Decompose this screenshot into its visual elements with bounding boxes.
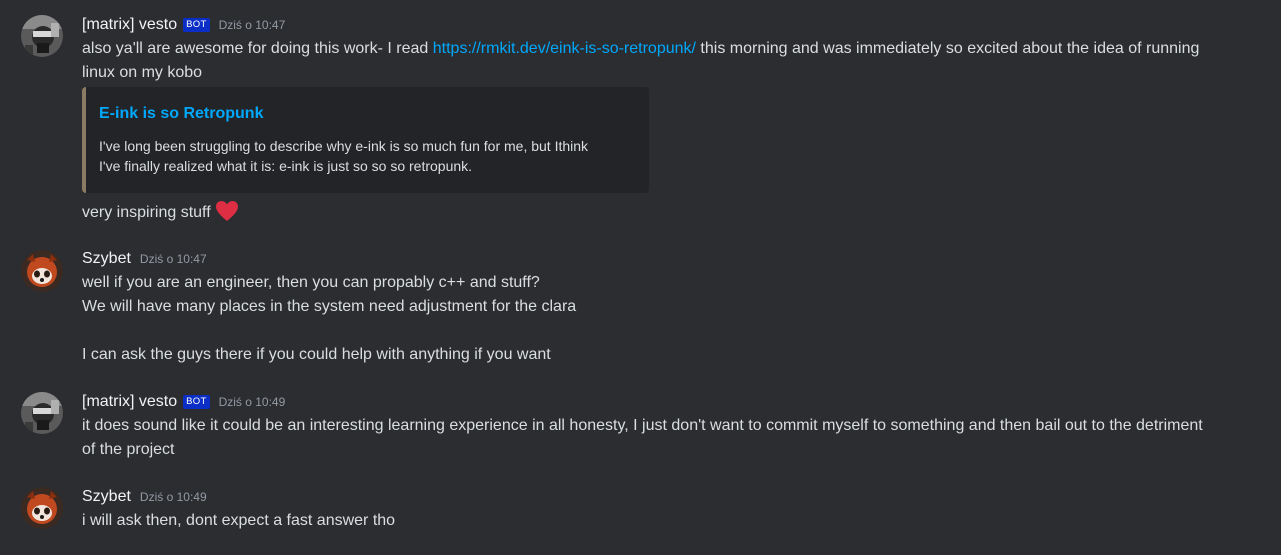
avatar-image — [21, 250, 63, 292]
embed-title[interactable]: E-ink is so Retropunk — [99, 105, 263, 123]
message-text: also ya'll are awesome for doing this wo… — [82, 40, 433, 57]
timestamp: Dziś o 10:49 — [139, 490, 207, 504]
avatar-szybet[interactable] — [21, 250, 63, 292]
message-header: Szybet Dziś o 10:47 — [82, 248, 207, 270]
message-text-line: I can ask the guys there if you could he… — [82, 346, 551, 363]
embed-description-line: I've long been struggling to describe wh… — [99, 138, 589, 154]
timestamp: Dziś o 10:47 — [139, 252, 207, 266]
avatar-image — [21, 392, 63, 434]
message-header: Szybet Dziś o 10:49 — [82, 486, 207, 508]
avatar-image — [21, 487, 63, 529]
message-text-line: i will ask then, dont expect a fast answ… — [82, 512, 396, 529]
username[interactable]: Szybet — [82, 250, 131, 268]
timestamp: Dziś o 10:49 — [218, 395, 286, 409]
username[interactable]: [matrix] vesto — [82, 393, 177, 411]
message-text: this morning and was immediately so exci… — [695, 40, 1200, 57]
message-header: [matrix] vesto BOT Dziś o 10:49 — [82, 391, 285, 413]
message-text-line: it does sound like it could be an intere… — [82, 417, 1203, 434]
link-embed: E-ink is so Retropunk I've long been str… — [82, 87, 649, 193]
avatar-image — [21, 15, 63, 57]
message-text-line: linux on my kobo — [82, 64, 203, 81]
bot-tag: BOT — [183, 18, 210, 32]
embed-description-line: I've finally realized what it is: e-ink … — [99, 158, 473, 174]
username[interactable]: Szybet — [82, 488, 131, 506]
timestamp: Dziś o 10:47 — [218, 18, 286, 32]
message-link[interactable]: https://rmkit.dev/eink-is-so-retropunk/ — [433, 40, 696, 57]
message-text-line: very inspiring stuff — [82, 200, 239, 230]
message-list: [matrix] vesto BOT Dziś o 10:47 also ya'… — [0, 0, 1281, 555]
avatar-vesto[interactable] — [21, 392, 63, 434]
message-text: very inspiring stuff — [82, 204, 211, 221]
username[interactable]: [matrix] vesto — [82, 16, 177, 34]
message-text-line: also ya'll are awesome for doing this wo… — [82, 37, 1199, 61]
message-text-line: well if you are an engineer, then you ca… — [82, 274, 540, 291]
message-text-line: of the project — [82, 441, 175, 458]
message-text-line: We will have many places in the system n… — [82, 298, 577, 315]
avatar-vesto[interactable] — [21, 15, 63, 57]
heart-icon — [215, 200, 239, 230]
message-header: [matrix] vesto BOT Dziś o 10:47 — [82, 14, 285, 36]
bot-tag: BOT — [183, 395, 210, 409]
avatar-szybet[interactable] — [21, 487, 63, 529]
